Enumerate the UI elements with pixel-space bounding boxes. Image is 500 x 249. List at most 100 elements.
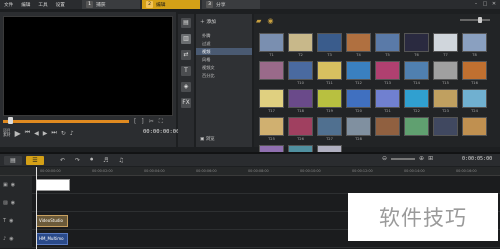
filter-icon[interactable]: FX [181, 98, 191, 108]
category-item[interactable]: 百分比 [196, 72, 252, 79]
media-icon[interactable]: ▤ [181, 18, 191, 28]
scrub-handle[interactable] [8, 117, 13, 124]
library-thumbnail[interactable] [462, 61, 487, 80]
menu-tools[interactable]: 工具 [38, 2, 47, 8]
instant-project-icon[interactable]: ▥ [181, 34, 191, 44]
volume-icon[interactable]: ♪ [70, 130, 74, 137]
visibility-icon[interactable]: ◉ [11, 200, 15, 206]
auto-music-icon[interactable]: ♫ [118, 157, 123, 164]
prev-frame-icon[interactable]: ◀ [34, 130, 39, 137]
next-frame-icon[interactable]: ▶ [43, 130, 48, 137]
library-thumbnail[interactable] [433, 117, 458, 136]
end-icon[interactable]: ⏭ [51, 129, 56, 137]
library-thumbnail[interactable] [375, 33, 400, 52]
library-thumbnail[interactable] [462, 117, 487, 136]
library-thumbnail[interactable] [375, 61, 400, 80]
play-icon[interactable]: ▶ [15, 129, 21, 138]
category-item[interactable]: 风格 [196, 56, 252, 63]
library-thumbnail[interactable] [288, 61, 313, 80]
thumb-size-slider[interactable] [460, 19, 490, 21]
menu-edit[interactable]: 编辑 [21, 2, 30, 8]
category-item[interactable]: 扑腾 [196, 32, 252, 39]
library-thumbnail[interactable] [288, 89, 313, 108]
timeline-clip[interactable]: VideoStudio [36, 215, 68, 227]
repeat-icon[interactable]: ↻ [61, 130, 66, 137]
mark-out-icon[interactable]: ] [141, 118, 143, 126]
add-category-button[interactable]: ＋ 添加 [200, 18, 216, 25]
undo-icon[interactable]: ↶ [60, 157, 65, 164]
import-icon[interactable]: ◉ [267, 17, 273, 25]
library-thumbnail[interactable] [317, 33, 342, 52]
library-thumbnail[interactable] [317, 89, 342, 108]
playhead[interactable] [36, 167, 37, 249]
mixer-icon[interactable]: ♬ [103, 157, 108, 164]
home-icon[interactable]: ⏮ [25, 129, 30, 137]
timeline-clip[interactable] [36, 179, 70, 191]
record-icon[interactable]: ⏺ [90, 156, 93, 164]
library-thumbnail[interactable] [346, 33, 371, 52]
storyboard-view-button[interactable]: ▤ [4, 155, 22, 165]
library-thumbnail[interactable] [404, 61, 429, 80]
mark-in-icon[interactable]: [ [134, 118, 136, 126]
video-track-icon[interactable]: ▣ [3, 182, 8, 188]
library-thumbnail[interactable] [346, 117, 371, 136]
library-thumbnail[interactable] [375, 117, 400, 136]
video-track[interactable]: ▣ ◉ [0, 176, 500, 194]
music-track-icon[interactable]: ♪ [3, 236, 6, 242]
folder-icon[interactable]: ▰ [256, 17, 261, 25]
library-thumbnail[interactable] [433, 89, 458, 108]
library-thumbnail[interactable] [317, 61, 342, 80]
title-icon[interactable]: T [181, 66, 191, 76]
library-thumbnail[interactable] [259, 61, 284, 80]
library-thumbnail[interactable] [433, 33, 458, 52]
category-item-selected[interactable]: 视频 [196, 48, 252, 55]
library-thumbnail[interactable] [259, 117, 284, 136]
close-button[interactable]: ✕ [491, 1, 497, 7]
library-thumbnail[interactable] [462, 33, 487, 52]
zoom-slider[interactable] [391, 157, 416, 160]
library-thumbnail[interactable] [288, 33, 313, 52]
timeline-ruler[interactable]: 00:00:00:00 00:00:02:00 00:00:04:00 00:00:0… [0, 167, 500, 176]
tab-edit[interactable]: 2 编辑 [142, 0, 200, 9]
zoom-out-icon[interactable]: ⊖ [382, 155, 387, 162]
overlay-track-icon[interactable]: ▨ [3, 200, 8, 206]
library-thumbnail[interactable] [346, 61, 371, 80]
graphic-icon[interactable]: ◈ [181, 82, 191, 92]
library-thumbnail[interactable] [259, 89, 284, 108]
category-item[interactable]: 过滤 [196, 40, 252, 47]
tab-capture[interactable]: 1 捕获 [82, 0, 140, 9]
split-icon[interactable]: ✂ [149, 118, 154, 126]
mode-switch[interactable]: 项目 素材 [3, 129, 11, 137]
visibility-icon[interactable]: ◉ [11, 182, 15, 188]
zoom-in-icon[interactable]: ⊕ [419, 155, 424, 162]
library-thumbnail[interactable] [259, 33, 284, 52]
maximize-button[interactable]: □ [482, 1, 488, 7]
library-thumbnail[interactable] [404, 33, 429, 52]
preview-timecode[interactable]: 00:00:00:00 [143, 129, 179, 135]
library-thumbnail[interactable] [317, 117, 342, 136]
menu-settings[interactable]: 设置 [56, 2, 65, 8]
library-thumbnail[interactable] [462, 89, 487, 108]
title-track-icon[interactable]: T [3, 218, 6, 224]
mode-clip-label[interactable]: 素材 [3, 133, 11, 137]
browse-button[interactable]: ▣ 浏览 [200, 136, 215, 142]
library-thumbnail[interactable] [433, 61, 458, 80]
library-thumbnail[interactable] [404, 117, 429, 136]
fit-icon[interactable]: ⊞ [428, 155, 433, 162]
library-thumbnail[interactable] [346, 89, 371, 108]
menu-file[interactable]: 文件 [4, 2, 13, 8]
timeline-clip[interactable]: HM_Multimo [36, 233, 68, 245]
tab-share[interactable]: 3 分享 [202, 0, 260, 9]
visibility-icon[interactable]: ◉ [9, 218, 13, 224]
fullscreen-icon[interactable]: ⛶ [159, 118, 163, 126]
redo-icon[interactable]: ↷ [75, 157, 80, 164]
category-item[interactable]: 视频文 [196, 64, 252, 71]
library-thumbnail[interactable] [288, 117, 313, 136]
library-thumbnail[interactable] [404, 89, 429, 108]
scrub-bar[interactable] [3, 120, 129, 123]
thumb-size-handle[interactable] [478, 17, 482, 23]
visibility-icon[interactable]: ◉ [9, 236, 13, 242]
minimize-button[interactable]: – [473, 1, 479, 7]
transition-icon[interactable]: ⇄ [181, 50, 191, 60]
library-thumbnail[interactable] [375, 89, 400, 108]
